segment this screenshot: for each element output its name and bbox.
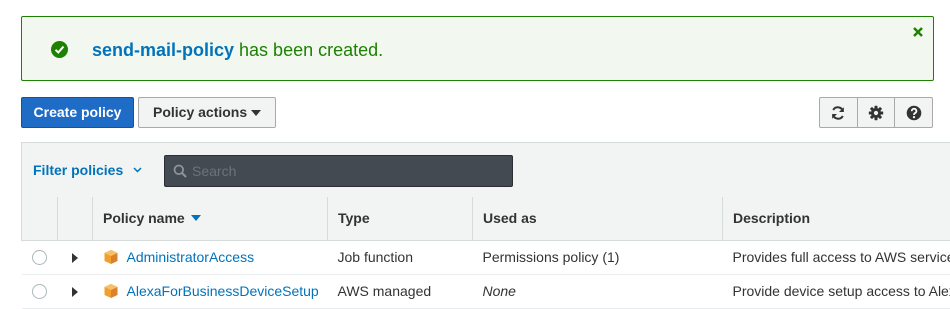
used-as-cell: Permissions policy (1) [473,240,723,274]
success-notification: send-mail-policy has been created. [21,16,934,81]
notification-text: has been created. [234,40,383,60]
policy-actions-label: Policy actions [153,104,247,120]
search-icon [173,164,187,178]
settings-button[interactable] [857,98,895,127]
policies-table: Policy name Type Used as Description Adm… [21,197,950,309]
type-cell: AWS managed [328,274,473,308]
table-header-row: Policy name Type Used as Description [22,197,950,240]
policy-link[interactable]: AlexaForBusinessDeviceSetup [127,283,319,299]
filter-bar: Filter policies [21,142,950,198]
column-header-policy-name[interactable]: Policy name [93,197,328,240]
policy-link[interactable]: AdministratorAccess [127,249,255,265]
refresh-button[interactable] [820,98,857,127]
select-column-header [22,197,58,240]
expand-caret-icon[interactable] [72,253,78,263]
help-button[interactable] [894,98,932,127]
policy-name-header-label: Policy name [103,210,185,226]
row-select-cell [22,240,58,274]
column-header-used-as[interactable]: Used as [473,197,723,240]
table-row: AlexaForBusinessDeviceSetup AWS managed … [22,274,950,308]
policy-name-cell: AdministratorAccess [93,240,328,274]
notification-message: send-mail-policy has been created. [92,39,383,61]
help-icon [906,105,922,121]
filter-policies-dropdown[interactable]: Filter policies [33,162,142,178]
create-policy-button[interactable]: Create policy [21,97,134,128]
description-cell: Provide device setup access to AlexaForB… [723,274,950,308]
expand-caret-icon[interactable] [72,287,78,297]
gear-icon [868,105,884,121]
description-cell: Provides full access to AWS services and… [723,240,950,274]
type-cell: Job function [328,240,473,274]
aws-managed-policy-icon [103,283,119,299]
table-tools [819,97,933,128]
column-header-type[interactable]: Type [328,197,473,240]
row-expand-cell [58,274,93,308]
row-select-cell [22,274,58,308]
aws-managed-policy-icon [103,249,119,265]
filter-policies-label: Filter policies [33,162,123,178]
chevron-down-icon [133,167,142,173]
row-expand-cell [58,240,93,274]
expand-column-header [58,197,93,240]
search-input[interactable] [190,156,510,186]
search-box [164,155,513,187]
refresh-icon [830,105,846,121]
row-radio[interactable] [32,284,47,299]
caret-down-icon [251,110,261,116]
close-icon[interactable] [911,25,925,39]
policy-name-cell: AlexaForBusinessDeviceSetup [93,274,328,308]
policy-actions-button[interactable]: Policy actions [138,97,276,128]
column-header-description[interactable]: Description [723,197,950,240]
row-radio[interactable] [32,250,47,265]
table-row: AdministratorAccess Job function Permiss… [22,240,950,274]
used-as-cell: None [473,274,723,308]
sort-descending-icon [191,215,201,221]
success-check-icon [51,41,68,58]
created-policy-link[interactable]: send-mail-policy [92,40,234,60]
